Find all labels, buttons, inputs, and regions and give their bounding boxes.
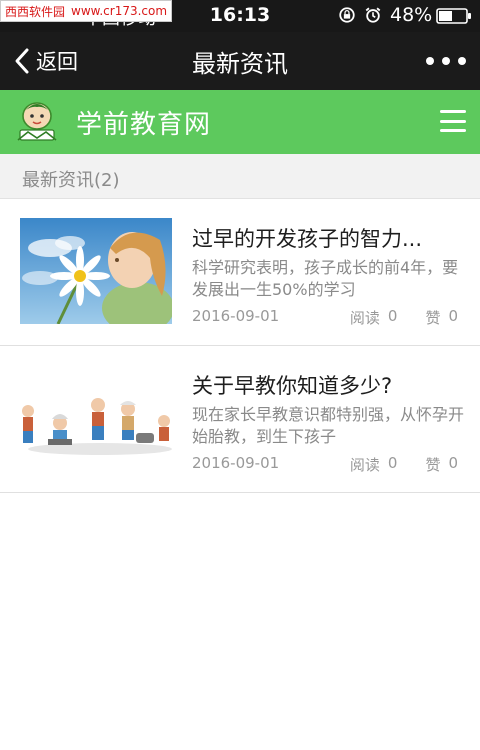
like-count: 0	[448, 307, 458, 325]
battery-icon	[436, 8, 471, 24]
nav-bar: 返回 最新资讯	[0, 32, 480, 90]
site-header: 学前教育网	[0, 90, 480, 154]
chevron-left-icon	[15, 48, 29, 74]
section-header: 最新资讯(2)	[0, 154, 480, 199]
like-count: 0	[448, 454, 458, 472]
rotation-lock-icon	[339, 7, 355, 23]
back-label: 返回	[36, 50, 78, 74]
read-count: 0	[387, 454, 398, 472]
site-logo[interactable]	[14, 98, 60, 146]
section-title: 最新资讯(2)	[22, 170, 120, 191]
battery-percent: 48%	[390, 4, 433, 26]
read-label: 阅读	[349, 309, 380, 327]
article-stats: 阅读 0 赞 0	[350, 454, 458, 475]
article-title: 过早的开发孩子的智力...	[192, 227, 423, 251]
article-stats: 阅读 0 赞 0	[350, 307, 458, 328]
menu-line-icon	[440, 119, 466, 123]
watermark-brand: 西西软件园	[5, 4, 66, 19]
site-name: 学前教育网	[76, 110, 212, 140]
read-label: 阅读	[349, 456, 380, 474]
like-label: 赞	[425, 309, 441, 327]
article-thumbnail	[20, 365, 172, 471]
article-date: 2016-09-01	[192, 454, 280, 472]
article-date: 2016-09-01	[192, 307, 280, 325]
article-list-item[interactable]: 过早的开发孩子的智力... 科学研究表明，孩子成长的前4年，要发展出一生50%的…	[0, 199, 480, 346]
article-summary: 现在家长早教意识都特别强，从怀孕开始胎教，到生下孩子	[192, 405, 464, 446]
dot-icon	[458, 57, 466, 65]
like-label: 赞	[425, 456, 441, 474]
article-title: 关于早教你知道多少?	[192, 374, 393, 398]
menu-line-icon	[440, 110, 466, 113]
more-options-button[interactable]	[426, 46, 466, 76]
article-list-item[interactable]: 关于早教你知道多少? 现在家长早教意识都特别强，从怀孕开始胎教，到生下孩子 20…	[0, 346, 480, 493]
menu-line-icon	[440, 129, 466, 132]
girl-with-flower-image	[20, 218, 172, 324]
watermark-url: www.cr173.com	[71, 4, 168, 18]
article-thumbnail	[20, 218, 172, 324]
dot-icon	[442, 57, 450, 65]
toddlers-playing-image	[20, 365, 172, 471]
watermark-banner: 西西软件园 www.cr173.com	[0, 0, 173, 22]
read-count: 0	[387, 307, 398, 325]
back-button[interactable]: 返回	[12, 44, 78, 78]
menu-button[interactable]	[440, 110, 466, 132]
alarm-icon	[365, 7, 381, 23]
article-summary: 科学研究表明，孩子成长的前4年，要发展出一生50%的学习	[192, 258, 459, 299]
dot-icon	[426, 57, 434, 65]
